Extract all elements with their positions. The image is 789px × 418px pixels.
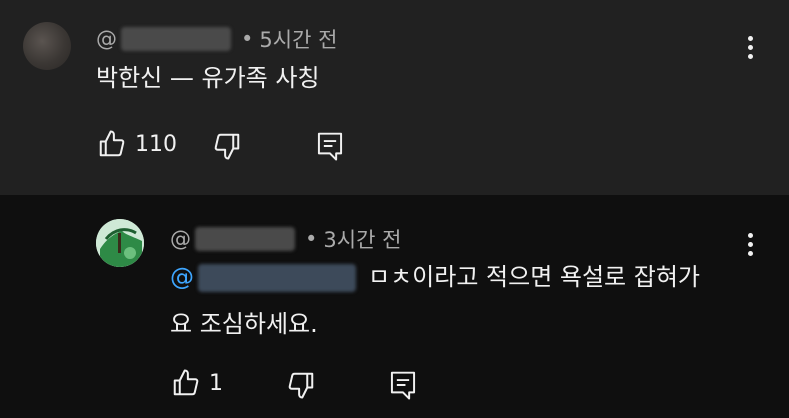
username-redacted xyxy=(121,27,231,51)
more-vert-icon[interactable] xyxy=(747,233,753,260)
separator: • xyxy=(241,27,254,51)
dislike-button[interactable] xyxy=(212,131,242,161)
timestamp[interactable]: 3시간 전 xyxy=(323,224,401,254)
reply-text: @ ㅁㅊ이라고 적으면 욕설로 잡혀가 xyxy=(170,257,700,297)
comment-header: @ • 5시간 전 xyxy=(96,24,337,54)
username[interactable]: @ xyxy=(96,27,117,51)
comment-card: @ • 5시간 전 박한신 — 유가족 사칭 110 xyxy=(0,0,789,195)
reply-icon xyxy=(317,132,343,161)
timestamp[interactable]: 5시간 전 xyxy=(259,24,337,54)
comment-text: 박한신 — 유가족 사칭 xyxy=(96,64,320,92)
reply-header: @ • 3시간 전 xyxy=(170,224,401,254)
thumbs-up-icon xyxy=(99,130,125,157)
reply-text-line1: ㅁㅊ이라고 적으면 욕설로 잡혀가 xyxy=(368,263,701,291)
like-button[interactable]: 110 xyxy=(97,129,177,159)
more-vert-icon[interactable] xyxy=(747,36,753,63)
reply-icon xyxy=(390,371,416,400)
avatar-image xyxy=(96,219,144,267)
like-count: 110 xyxy=(135,131,177,157)
thumbs-down-icon xyxy=(288,372,314,399)
avatar[interactable] xyxy=(23,22,71,70)
thumbs-down-icon xyxy=(214,133,240,160)
mention-redacted xyxy=(198,264,356,292)
username[interactable]: @ xyxy=(170,227,191,251)
like-button[interactable]: 1 xyxy=(171,368,223,398)
reply-text-line2: 요 조심하세요. xyxy=(170,310,318,338)
mention-link[interactable]: @ xyxy=(170,263,194,291)
username-redacted xyxy=(195,227,295,251)
dislike-button[interactable] xyxy=(286,370,316,400)
reply-button[interactable] xyxy=(388,369,418,401)
reply-button[interactable] xyxy=(315,130,345,162)
separator: • xyxy=(305,227,318,251)
avatar[interactable] xyxy=(96,219,144,267)
thumbs-up-icon xyxy=(173,369,199,396)
like-count: 1 xyxy=(209,370,223,396)
